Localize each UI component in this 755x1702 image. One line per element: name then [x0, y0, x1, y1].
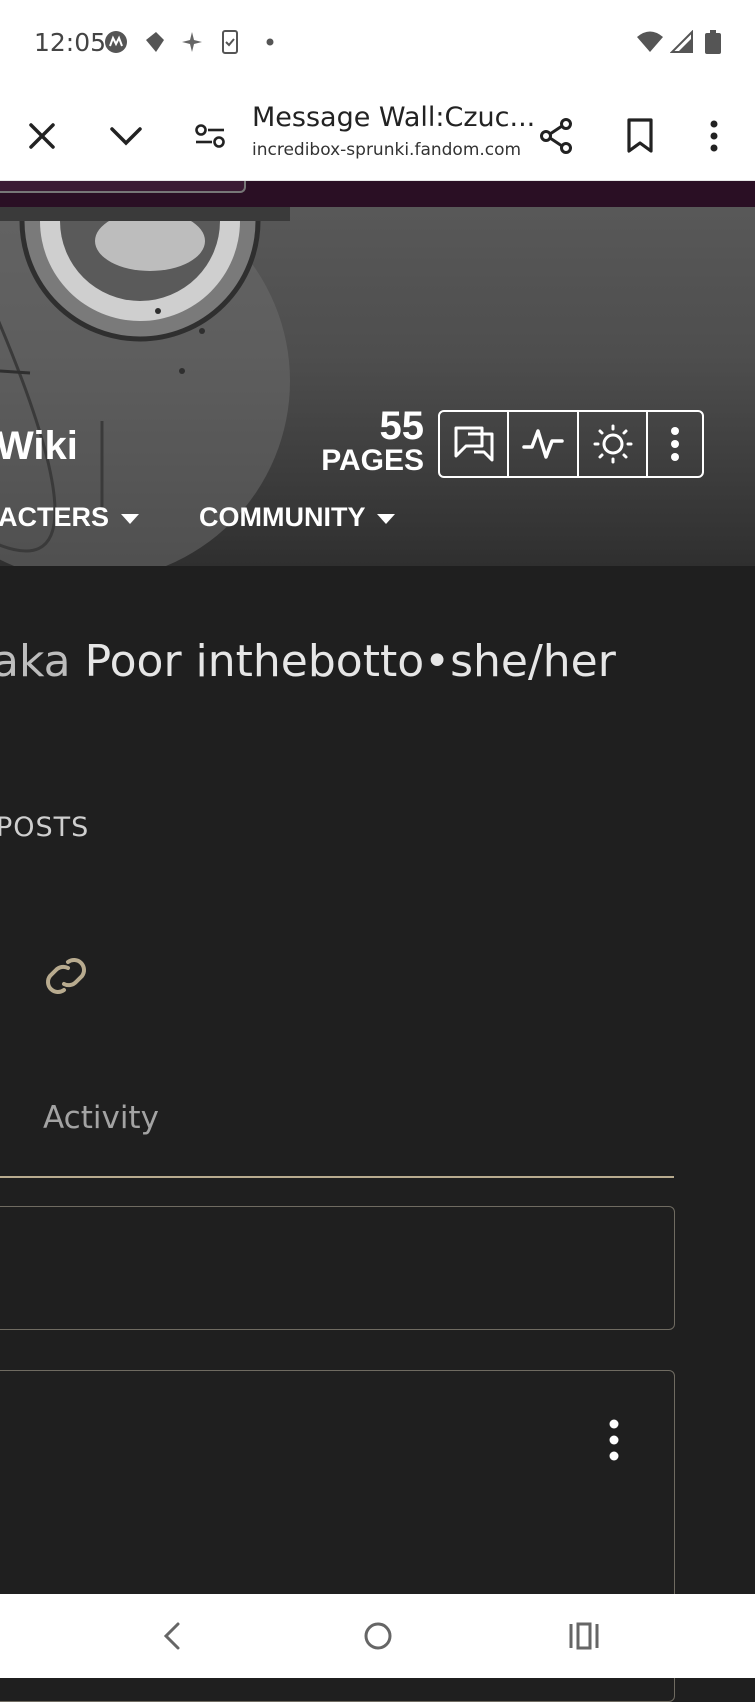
home-icon — [364, 1622, 392, 1650]
more-vert-icon — [671, 427, 680, 461]
status-time: 12:05 — [34, 28, 107, 57]
nav-community-label: COMMUNITY — [199, 502, 366, 532]
nav-characters-label: ACTERS — [0, 502, 110, 532]
location-off-icon — [146, 32, 164, 52]
motorola-icon — [105, 31, 127, 53]
wiki-tools — [438, 410, 704, 478]
username-rest: Poor inthebotto•she/her — [84, 636, 616, 687]
custom-tab-toolbar: Message Wall:Czuc... incredibox-sprunki.… — [0, 88, 755, 181]
site-settings-icon — [195, 124, 225, 148]
page-title[interactable]: Message Wall:Czuc... — [252, 102, 535, 133]
posts-label: POSTS — [0, 812, 90, 843]
activity-button[interactable] — [509, 412, 579, 476]
wiki-title[interactable]: Wiki — [0, 424, 78, 469]
message-compose-box[interactable] — [0, 1206, 675, 1330]
more-vert-icon — [710, 120, 718, 152]
dot-icon — [266, 38, 274, 46]
page-url[interactable]: incredibox-sprunki.fandom.com — [252, 140, 521, 160]
phone-check-icon — [222, 30, 238, 54]
more-vert-icon — [609, 1419, 619, 1461]
tab-activity[interactable]: Activity — [43, 1100, 159, 1136]
theme-toggle-button[interactable] — [579, 412, 649, 476]
system-navigation-bar — [0, 1594, 755, 1678]
username-aka: aka — [0, 636, 71, 687]
recents-icon — [569, 1622, 599, 1650]
minimize-button[interactable] — [102, 112, 150, 160]
chevron-down-icon — [110, 127, 142, 146]
site-settings-button[interactable] — [186, 112, 234, 160]
signal-icon — [670, 30, 693, 53]
caret-down-icon — [377, 513, 396, 524]
sparkle-icon — [182, 32, 202, 52]
pages-count: 55 — [379, 404, 425, 448]
theme-icon — [593, 424, 633, 464]
profile-username: ​aka Poor inthebotto•she/her — [0, 636, 616, 687]
activity-icon — [522, 429, 564, 459]
bookmark-icon — [627, 118, 653, 153]
bookmark-button[interactable] — [616, 112, 664, 160]
close-button[interactable] — [18, 112, 66, 160]
discussions-icon — [454, 426, 494, 462]
back-icon — [163, 1622, 180, 1650]
discussions-button[interactable] — [440, 412, 510, 476]
status-bar: 12:05 — [0, 0, 755, 88]
home-button[interactable] — [356, 1614, 400, 1658]
recents-button[interactable] — [562, 1614, 606, 1658]
wifi-icon — [637, 31, 663, 52]
battery-icon — [705, 30, 721, 54]
back-button[interactable] — [150, 1614, 194, 1658]
post-more-button[interactable] — [600, 1418, 628, 1462]
share-icon — [540, 118, 572, 154]
nav-community[interactable]: COMMUNITY — [199, 502, 396, 533]
caret-down-icon — [121, 513, 140, 524]
community-tab[interactable] — [0, 181, 246, 193]
share-button[interactable] — [532, 112, 580, 160]
link-icon[interactable] — [38, 948, 94, 1004]
tabs-divider — [0, 1176, 674, 1178]
wiki-more-button[interactable] — [648, 412, 702, 476]
more-options-button[interactable] — [690, 112, 738, 160]
close-icon — [29, 123, 55, 149]
pages-label: PAGES — [321, 444, 424, 477]
nav-characters[interactable]: ACTERS — [0, 502, 140, 533]
